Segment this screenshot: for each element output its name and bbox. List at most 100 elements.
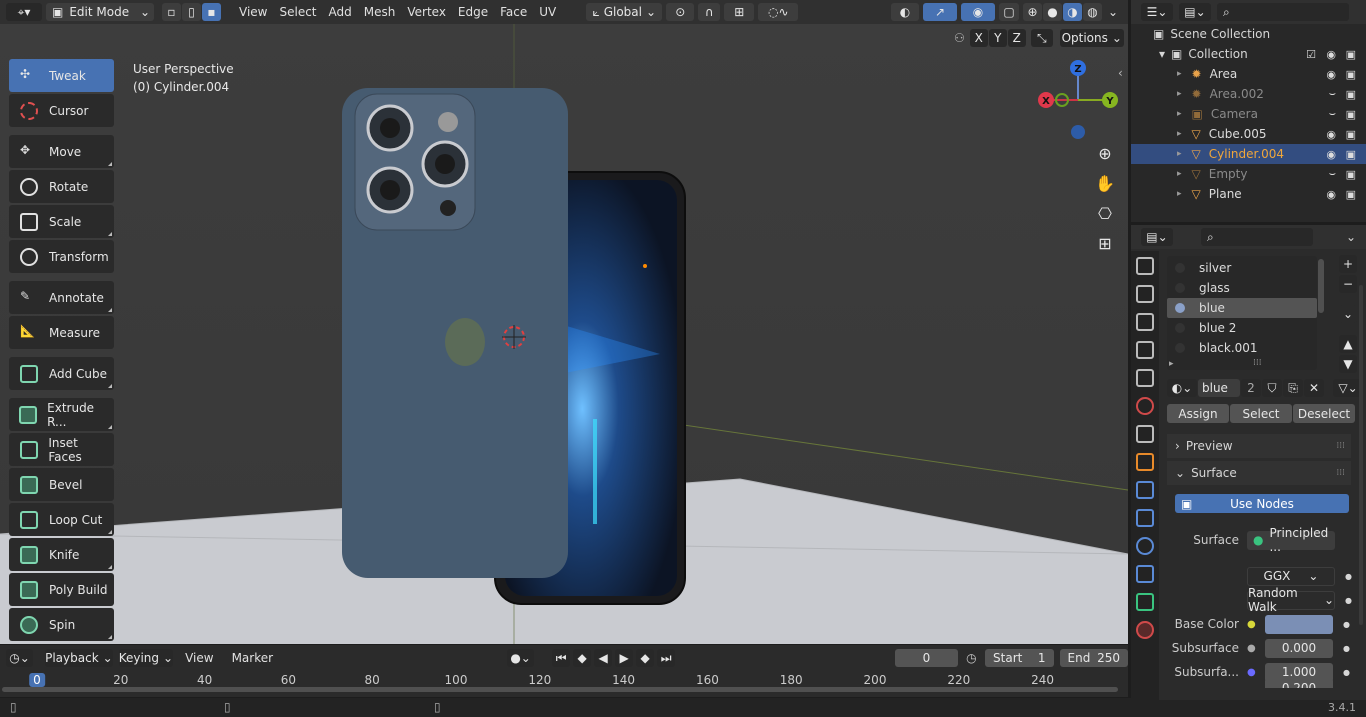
keyframe-dot-icon[interactable]: ● xyxy=(1345,596,1352,605)
tool-transform[interactable]: Transform xyxy=(9,240,114,273)
eye-icon[interactable]: ◉ xyxy=(1326,68,1336,81)
modifier-tab-icon[interactable] xyxy=(1136,481,1154,499)
outliner-editor-type-button[interactable]: ☰⌄ xyxy=(1141,3,1173,21)
menu-view[interactable]: View xyxy=(233,5,273,19)
select-button[interactable]: Select xyxy=(1230,404,1292,423)
gizmo-neg-z-axis[interactable] xyxy=(1071,125,1085,139)
expand-arrow-icon[interactable]: ▸ xyxy=(1177,89,1182,99)
eye-icon[interactable]: ◉ xyxy=(1326,48,1336,61)
timeline-editor-type-button[interactable]: ◷⌄ xyxy=(6,649,34,667)
render-tab-icon[interactable] xyxy=(1136,285,1154,303)
object-tab-icon[interactable] xyxy=(1136,453,1154,471)
socket-icon[interactable]: ● xyxy=(1247,667,1265,678)
material-slot[interactable]: silver xyxy=(1167,258,1317,278)
subsurface-field[interactable]: 0.000 xyxy=(1265,638,1333,658)
face-select-button[interactable]: ▪ xyxy=(202,3,221,21)
navigation-gizmo[interactable]: Z Y X xyxy=(1038,60,1128,150)
tool-cursor[interactable]: Cursor xyxy=(9,94,114,127)
tool-extrude-region[interactable]: Extrude R... xyxy=(9,398,114,431)
expand-arrow-icon[interactable]: ▸ xyxy=(1177,129,1182,139)
user-count-field[interactable]: 2 xyxy=(1241,379,1261,397)
subsurface-method-select[interactable]: Random Walk ⌄ xyxy=(1247,586,1335,614)
mode-select[interactable]: ▣ Edit Mode ⌄ xyxy=(46,3,154,21)
view-layer-tab-icon[interactable] xyxy=(1136,341,1154,359)
expand-arrow-icon[interactable]: ▸ xyxy=(1177,149,1182,159)
chevron-down-icon[interactable]: ⌄ xyxy=(1339,305,1357,323)
tool-tweak[interactable]: ✣ Tweak xyxy=(9,59,114,92)
expand-arrow-icon[interactable]: ▸ xyxy=(1177,109,1182,119)
material-slot[interactable]: black.001 xyxy=(1167,338,1317,358)
play-reverse-icon[interactable]: ◀ xyxy=(594,649,613,667)
deselect-button[interactable]: Deselect xyxy=(1293,404,1355,423)
tool-loop-cut[interactable]: Loop Cut xyxy=(9,503,114,536)
keyframe-toggle[interactable]: ●⌄ xyxy=(507,649,535,667)
camera-icon[interactable]: ▣ xyxy=(1346,88,1356,101)
menu-face[interactable]: Face xyxy=(494,5,533,19)
axis-y-toggle[interactable]: Y xyxy=(988,29,1007,47)
assign-button[interactable]: Assign xyxy=(1167,404,1229,423)
prev-keyframe-icon[interactable]: ◆ xyxy=(573,649,592,667)
camera-icon[interactable]: ▣ xyxy=(1346,168,1356,181)
fake-user-icon[interactable]: ⛉ xyxy=(1262,379,1282,397)
expand-arrow-icon[interactable]: ▸ xyxy=(1169,359,1174,369)
play-icon[interactable]: ▶ xyxy=(615,649,634,667)
outliner-item[interactable]: ▸ ▽ Cylinder.004 ◉ ▣ xyxy=(1131,144,1366,164)
eye-icon[interactable]: ◉ xyxy=(1326,148,1336,161)
display-mode-button[interactable]: ▤⌄ xyxy=(1179,3,1211,21)
expand-arrow-icon[interactable]: ▸ xyxy=(1177,169,1182,179)
eye-closed-icon[interactable]: ⌣ xyxy=(1329,107,1336,121)
editor-type-button[interactable]: ⌖▾ xyxy=(6,3,42,21)
collection-tab-icon[interactable] xyxy=(1136,425,1154,443)
collection-row[interactable]: ▾ ▣ Collection ☑ ◉ ▣ xyxy=(1131,44,1366,64)
playhead-frame-label[interactable]: 0 xyxy=(29,673,45,687)
surface-panel-header[interactable]: ⌄ Surface ⁞⁞⁞ xyxy=(1167,461,1351,485)
outliner-item[interactable]: ▸ ▣ Camera ⌣ ▣ xyxy=(1131,104,1366,124)
outliner-item[interactable]: ▸ ✹ Area ◉ ▣ xyxy=(1131,64,1366,84)
chevron-down-icon[interactable]: ⌄ xyxy=(1346,230,1356,244)
remove-slot-icon[interactable]: − xyxy=(1339,275,1357,293)
keyframe-dot-icon[interactable]: ● xyxy=(1345,572,1352,581)
tool-annotate[interactable]: ✎ Annotate xyxy=(9,281,114,314)
checkbox-icon[interactable]: ☑ xyxy=(1306,48,1316,61)
subsurface-radius-x-field[interactable]: 1.000 xyxy=(1265,662,1333,682)
xray-toggle[interactable]: ▢ xyxy=(999,3,1019,21)
camera-icon[interactable]: ▣ xyxy=(1346,108,1356,121)
vertex-select-button[interactable]: ▫ xyxy=(162,3,181,21)
distribution-select[interactable]: GGX ⌄ xyxy=(1247,566,1335,586)
start-frame-field[interactable]: Start 1 xyxy=(985,649,1054,667)
resize-grip-icon[interactable]: ⁞⁞⁞ xyxy=(1253,358,1262,368)
jump-end-icon[interactable]: ⏭ xyxy=(657,649,676,667)
edge-select-button[interactable]: ▯ xyxy=(182,3,201,21)
playback-menu[interactable]: Playback ⌄ xyxy=(45,649,113,667)
scene-tab-icon[interactable] xyxy=(1136,369,1154,387)
snap-target-select[interactable]: ⊞ xyxy=(724,3,755,21)
keyframe-dot-icon[interactable]: ● xyxy=(1343,620,1350,629)
material-slot-list[interactable]: silver glass blue blue 2 black.001 ▸ ⁞⁞⁞ xyxy=(1167,256,1317,370)
rendered-shading-button[interactable]: ◍ xyxy=(1083,3,1102,21)
solid-shading-button[interactable]: ● xyxy=(1043,3,1062,21)
surface-shader-field[interactable]: ● Principled ... xyxy=(1247,526,1335,554)
menu-uv[interactable]: UV xyxy=(533,5,562,19)
unlink-icon[interactable]: ✕ xyxy=(1304,379,1324,397)
tool-scale[interactable]: Scale xyxy=(9,205,114,238)
timeline-ruler[interactable]: 0 20 40 60 80 100 120 140 160 180 200 220 240 xyxy=(0,671,1128,697)
tool-measure[interactable]: 📐 Measure xyxy=(9,316,114,349)
data-tab-icon[interactable] xyxy=(1136,593,1154,611)
drag-handle-icon[interactable]: ⁞⁞⁞ xyxy=(1336,441,1345,451)
tool-knife[interactable]: Knife xyxy=(9,538,114,571)
particles-tab-icon[interactable] xyxy=(1136,509,1154,527)
keyframe-dot-icon[interactable]: ● xyxy=(1343,644,1350,653)
eye-icon[interactable]: ◉ xyxy=(1326,188,1336,201)
material-name-field[interactable]: blue xyxy=(1198,379,1240,397)
eye-closed-icon[interactable]: ⌣ xyxy=(1329,87,1336,101)
menu-select[interactable]: Select xyxy=(273,5,322,19)
material-slot[interactable]: blue xyxy=(1167,298,1317,318)
tool-move[interactable]: ✥ Move xyxy=(9,135,114,168)
outliner-item[interactable]: ▸ ✹ Area.002 ⌣ ▣ xyxy=(1131,84,1366,104)
material-slot[interactable]: blue 2 xyxy=(1167,318,1317,338)
axis-z-toggle[interactable]: Z xyxy=(1007,29,1026,47)
material-browse-button[interactable]: ◐⌄ xyxy=(1167,379,1197,397)
physics-tab-icon[interactable] xyxy=(1136,537,1154,555)
constraints-tab-icon[interactable] xyxy=(1136,565,1154,583)
tool-bevel[interactable]: Bevel xyxy=(9,468,114,501)
